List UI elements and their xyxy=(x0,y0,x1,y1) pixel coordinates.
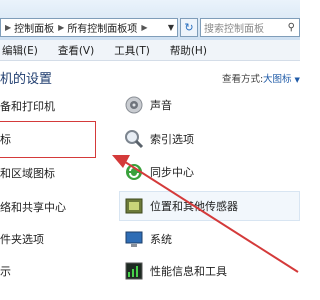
item-label: 索引选项 xyxy=(150,133,194,146)
item-sync-center[interactable]: 同步中心 xyxy=(124,161,194,183)
menu-tools[interactable]: 工具(T) xyxy=(114,43,150,58)
item-display[interactable]: 示 xyxy=(0,260,11,282)
item-label: 备和打印机 xyxy=(0,100,55,113)
search-input[interactable]: 搜索控制面板 ⚲ xyxy=(200,18,300,37)
search-icon[interactable]: ⚲ xyxy=(288,22,295,33)
item-label: 示 xyxy=(0,265,11,278)
chevron-down-icon: ▼ xyxy=(294,76,300,84)
item-system[interactable]: 系统 xyxy=(124,228,172,250)
item-region[interactable]: 和区域图标 xyxy=(0,162,55,184)
item-label: 系统 xyxy=(150,233,172,246)
breadcrumb-arrow-icon[interactable]: ▶ xyxy=(141,23,147,32)
item-label: 络和共享中心 xyxy=(0,201,66,214)
item-label: 性能信息和工具 xyxy=(150,265,227,278)
item-label: 位置和其他传感器 xyxy=(150,200,238,213)
view-by-label: 查看方式: xyxy=(222,74,264,85)
search-placeholder: 搜索控制面板 xyxy=(204,24,264,35)
magnifier-icon xyxy=(125,130,144,149)
breadcrumb-all-items[interactable]: 所有控制面板项 xyxy=(67,20,137,35)
item-network-sharing[interactable]: 络和共享中心 xyxy=(0,196,66,218)
breadcrumb-control-panel[interactable]: 控制面板 xyxy=(14,20,54,35)
menu-help[interactable]: 帮助(H) xyxy=(170,43,207,58)
item-devices-printers[interactable]: 备和打印机 xyxy=(0,95,55,117)
item-label: 件夹选项 xyxy=(0,233,44,246)
view-by-value: 大图标 xyxy=(263,74,292,85)
item-location-sensors[interactable]: 位置和其他传感器 xyxy=(124,195,238,217)
history-dropdown-icon[interactable]: ▼ xyxy=(168,23,174,32)
content-header: 机的设置 查看方式: 大图标 ▼ xyxy=(0,66,300,88)
sensor-icon xyxy=(125,198,143,214)
item-label: 同步中心 xyxy=(150,166,194,179)
address-toolbar: ▶ 控制面板 ▶ 所有控制面板项 ▶ ▼ ↻ 搜索控制面板 ⚲ xyxy=(0,0,300,41)
menu-edit[interactable]: 编辑(E) xyxy=(2,43,38,58)
view-by-dropdown[interactable]: 大图标 ▼ xyxy=(263,71,300,85)
performance-chart-icon xyxy=(125,262,143,280)
item-indexing-options[interactable]: 索引选项 xyxy=(124,128,194,150)
computer-icon xyxy=(125,231,143,247)
address-bar[interactable]: ▶ 控制面板 ▶ 所有控制面板项 ▶ ▼ xyxy=(0,18,178,37)
menu-bar: 编辑(E) 查看(V) 工具(T) 帮助(H) xyxy=(0,40,300,61)
item-performance[interactable]: 性能信息和工具 xyxy=(124,260,227,282)
menu-view[interactable]: 查看(V) xyxy=(58,43,94,58)
refresh-icon: ↻ xyxy=(184,21,194,34)
item-sound[interactable]: 声音 xyxy=(124,94,172,116)
breadcrumb-arrow-icon[interactable]: ▶ xyxy=(58,23,64,32)
item-label: 声音 xyxy=(150,99,172,112)
item-folder-options[interactable]: 件夹选项 xyxy=(0,228,44,250)
sync-icon xyxy=(126,164,142,180)
breadcrumb-arrow-icon[interactable]: ▶ xyxy=(5,23,11,32)
item-label: 和区域图标 xyxy=(0,167,55,180)
speaker-icon xyxy=(125,96,143,114)
page-title: 机的设置 xyxy=(0,72,53,87)
refresh-button[interactable]: ↻ xyxy=(180,18,198,37)
annotation-highlight-box xyxy=(0,121,96,158)
